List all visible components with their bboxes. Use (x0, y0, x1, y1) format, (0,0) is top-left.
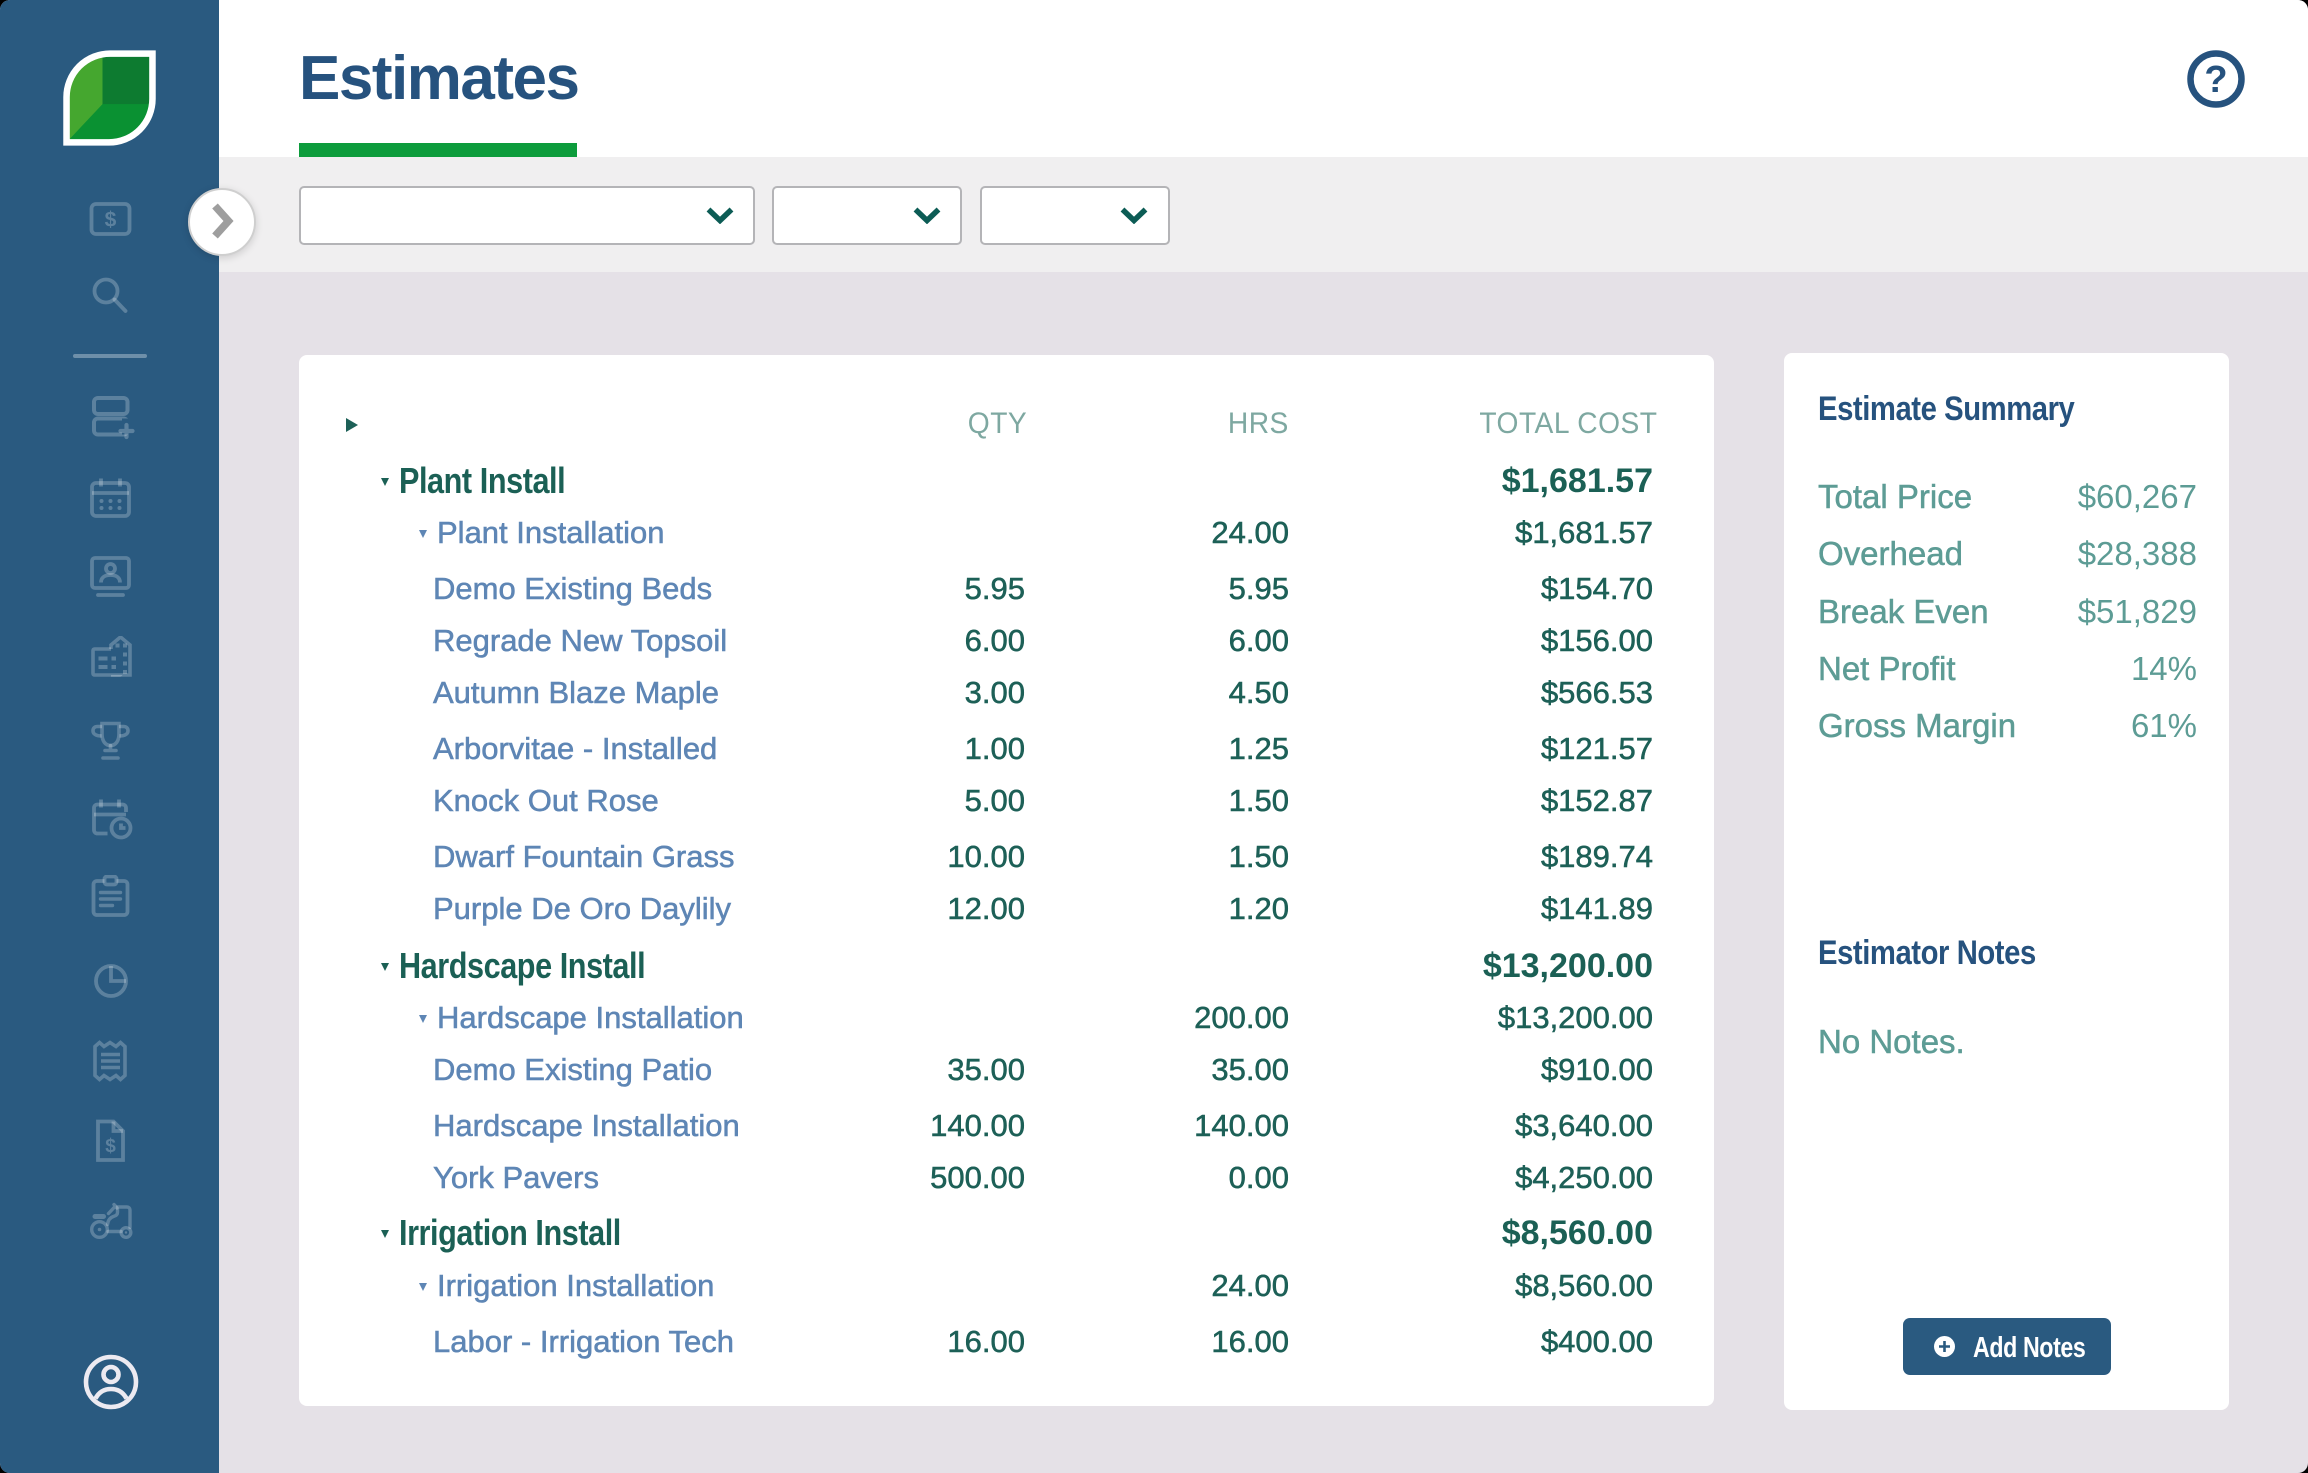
svg-text:$: $ (105, 1136, 116, 1157)
svg-text:?: ? (2204, 59, 2227, 101)
svg-text:$: $ (105, 209, 117, 232)
